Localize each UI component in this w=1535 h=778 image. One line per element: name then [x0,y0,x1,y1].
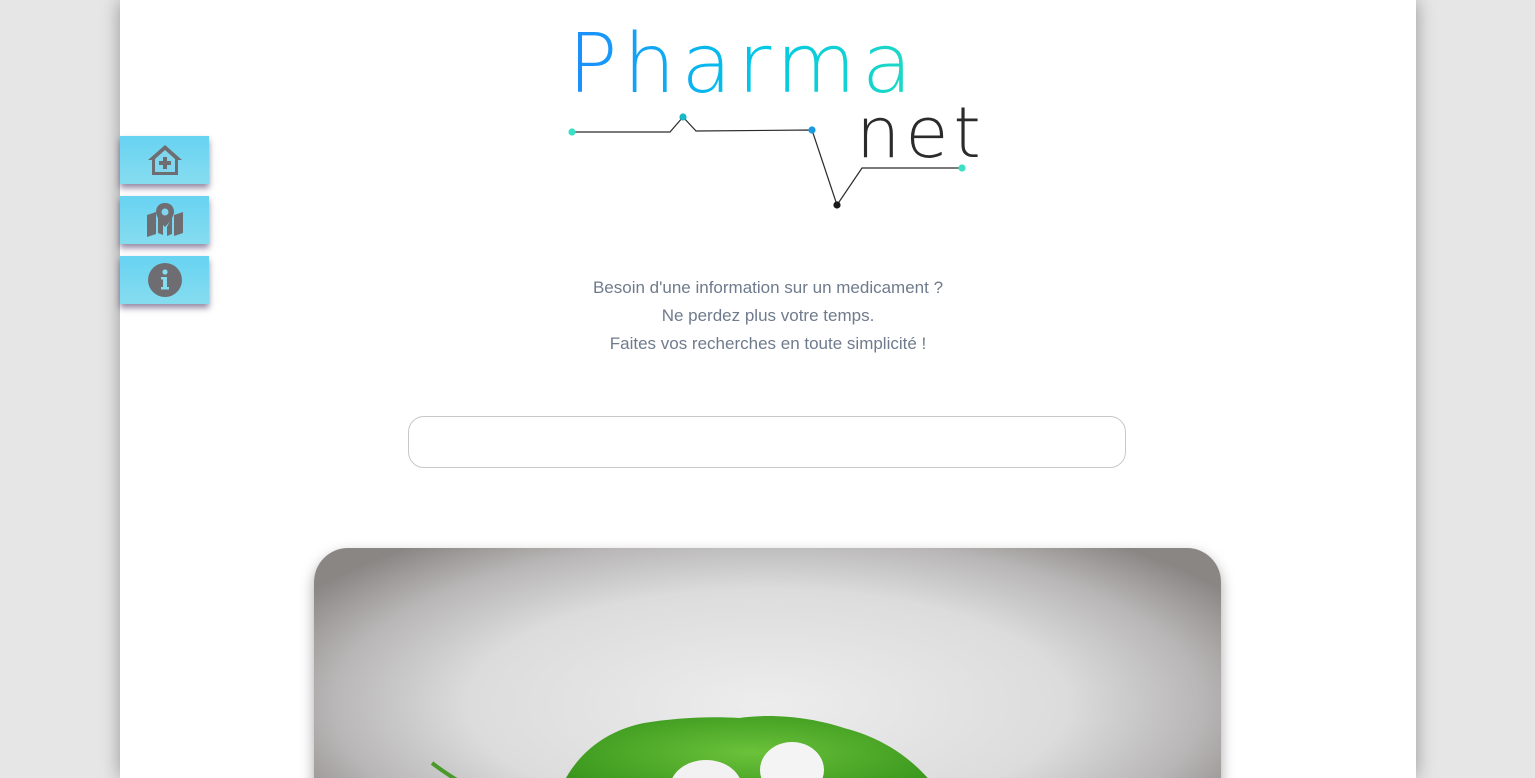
tagline-line-2: Ne perdez plus votre temps. [661,306,875,325]
sidebar [120,136,209,316]
map-marker-icon [146,203,183,237]
sidebar-item-info[interactable] [120,256,209,304]
sidebar-item-home[interactable] [120,136,209,184]
page-container: Pharma net Besoin d'une information sur … [120,0,1416,778]
tagline-line-1: Besoin d'une information sur un medicame… [592,278,944,297]
sidebar-item-map[interactable] [120,196,209,244]
tagline-line-3: Faites vos recherches en toute simplicit… [609,334,927,353]
info-icon [147,263,182,297]
home-medical-icon [147,145,182,175]
tagline: Besoin d'une information sur un medicame… [120,274,1416,358]
search-input[interactable] [408,416,1126,468]
hero-image [314,548,1221,778]
logo-heartbeat-line [568,113,966,209]
pharmanet-logo[interactable]: Pharma net [568,24,981,218]
leaf-image [430,716,928,778]
